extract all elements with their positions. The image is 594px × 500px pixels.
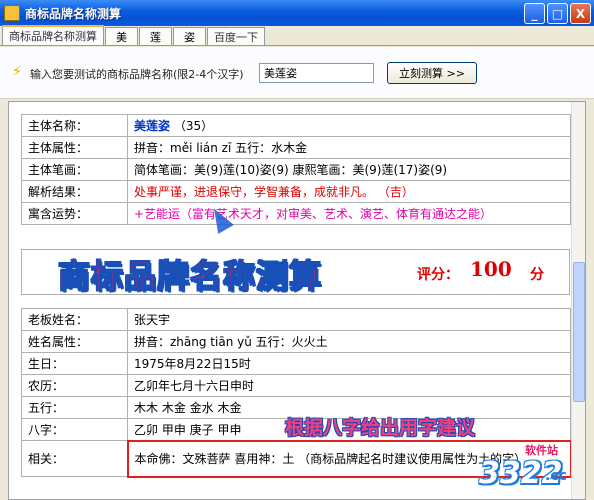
close-button[interactable]: X (570, 3, 591, 24)
row-value: 拼音：zhāng tiān yǔ 五行：火火土 (127, 330, 571, 353)
brand-info-table: 主体名称： 美莲姿 （35） 主体属性： 拼音：měi lián zī 五行：水… (21, 114, 571, 225)
row-label: 农历： (21, 374, 128, 397)
window-title: 商标品牌名称测算 (25, 6, 122, 21)
tab-bar: 商标品牌名称测算 美 莲 姿 百度一下 (0, 25, 594, 46)
calculate-button[interactable]: 立刻测算 >> (387, 62, 477, 84)
row-label: 寓含运势： (21, 202, 128, 225)
table-row: 主体属性： 拼音：měi lián zī 五行：水木金 (21, 136, 571, 159)
brand-name-input[interactable] (259, 63, 374, 83)
vertical-scrollbar[interactable] (571, 102, 585, 499)
row-value: 拼音：měi lián zī 五行：水木金 (127, 136, 571, 159)
site-watermark: 软件站 3322 .cc (479, 442, 579, 497)
lightning-icon: ⚡ (12, 64, 22, 80)
fortune-value: +艺能运（富有艺术天才，对审美、艺术、演艺、体育有通达之能） (127, 202, 571, 225)
input-row: ⚡ 输入您要测试的商标品牌名称(限2-4个汉字) 立刻测算 >> (0, 47, 594, 99)
table-row: 农历： 乙卯年七月十六日申时 (21, 374, 571, 397)
row-label: 主体属性： (21, 136, 128, 159)
banner-title: 商标品牌名称测算 (57, 257, 323, 296)
score-banner: 商标品牌名称测算 评分： 100 分 (21, 249, 570, 296)
row-value: 简体笔画：美(9)莲(10)姿(9) 康熙笔画：美(9)莲(17)姿(9) (127, 158, 571, 181)
analysis-result: 处事严谨，进退保守，学智兼备，成就非凡。 （吉） (127, 180, 571, 203)
tab-char-2[interactable]: 莲 (139, 27, 172, 45)
table-row: 老板姓名： 张天宇 (21, 308, 571, 331)
row-label: 生日： (21, 352, 128, 375)
watermark-domain: .cc (545, 468, 567, 484)
score-label: 评分： (417, 267, 459, 283)
table-row: 主体名称： 美莲姿 （35） (21, 114, 571, 137)
row-label: 姓名属性： (21, 330, 128, 353)
maximize-button[interactable]: □ (547, 3, 568, 24)
row-label: 解析结果： (21, 180, 128, 203)
table-row: 解析结果： 处事严谨，进退保守，学智兼备，成就非凡。 （吉） (21, 180, 571, 203)
scroll-thumb[interactable] (573, 262, 585, 402)
row-label: 八字： (21, 418, 128, 441)
row-value: 乙卯年七月十六日申时 (127, 374, 571, 397)
input-prompt: 输入您要测试的商标品牌名称(限2-4个汉字) (30, 68, 244, 81)
result-pane: 主体名称： 美莲姿 （35） 主体属性： 拼音：měi lián zī 五行：水… (8, 101, 586, 500)
tab-char-3[interactable]: 姿 (173, 27, 206, 45)
tab-char-1[interactable]: 美 (105, 27, 138, 45)
row-label: 主体笔画： (21, 158, 128, 181)
row-label: 相关： (21, 440, 128, 477)
minimize-button[interactable]: _ (524, 3, 545, 24)
advice-annotation: 根据八字给出用字建议 (285, 417, 476, 439)
app-icon (4, 5, 20, 21)
row-value: 张天宇 (127, 308, 571, 331)
tab-main[interactable]: 商标品牌名称测算 (2, 25, 104, 45)
table-row: 姓名属性： 拼音：zhāng tiān yǔ 五行：火火土 (21, 330, 571, 353)
title-bar: 商标品牌名称测算 _ □ X (0, 0, 594, 26)
brand-name: 美莲姿 (134, 119, 171, 133)
row-label: 老板姓名： (21, 308, 128, 331)
table-row: 主体笔画： 简体笔画：美(9)莲(10)姿(9) 康熙笔画：美(9)莲(17)姿… (21, 158, 571, 181)
row-label: 五行： (21, 396, 128, 419)
table-row: 寓含运势： +艺能运（富有艺术天才，对审美、艺术、演艺、体育有通达之能） (21, 202, 571, 225)
stroke-total: （35） (173, 119, 214, 133)
table-row: 生日： 1975年8月22日15时 (21, 352, 571, 375)
tab-baidu[interactable]: 百度一下 (207, 27, 265, 45)
row-label: 主体名称： (21, 114, 128, 137)
score-value: 100 (470, 257, 512, 281)
score-unit: 分 (530, 267, 544, 283)
row-value: 1975年8月22日15时 (127, 352, 571, 375)
